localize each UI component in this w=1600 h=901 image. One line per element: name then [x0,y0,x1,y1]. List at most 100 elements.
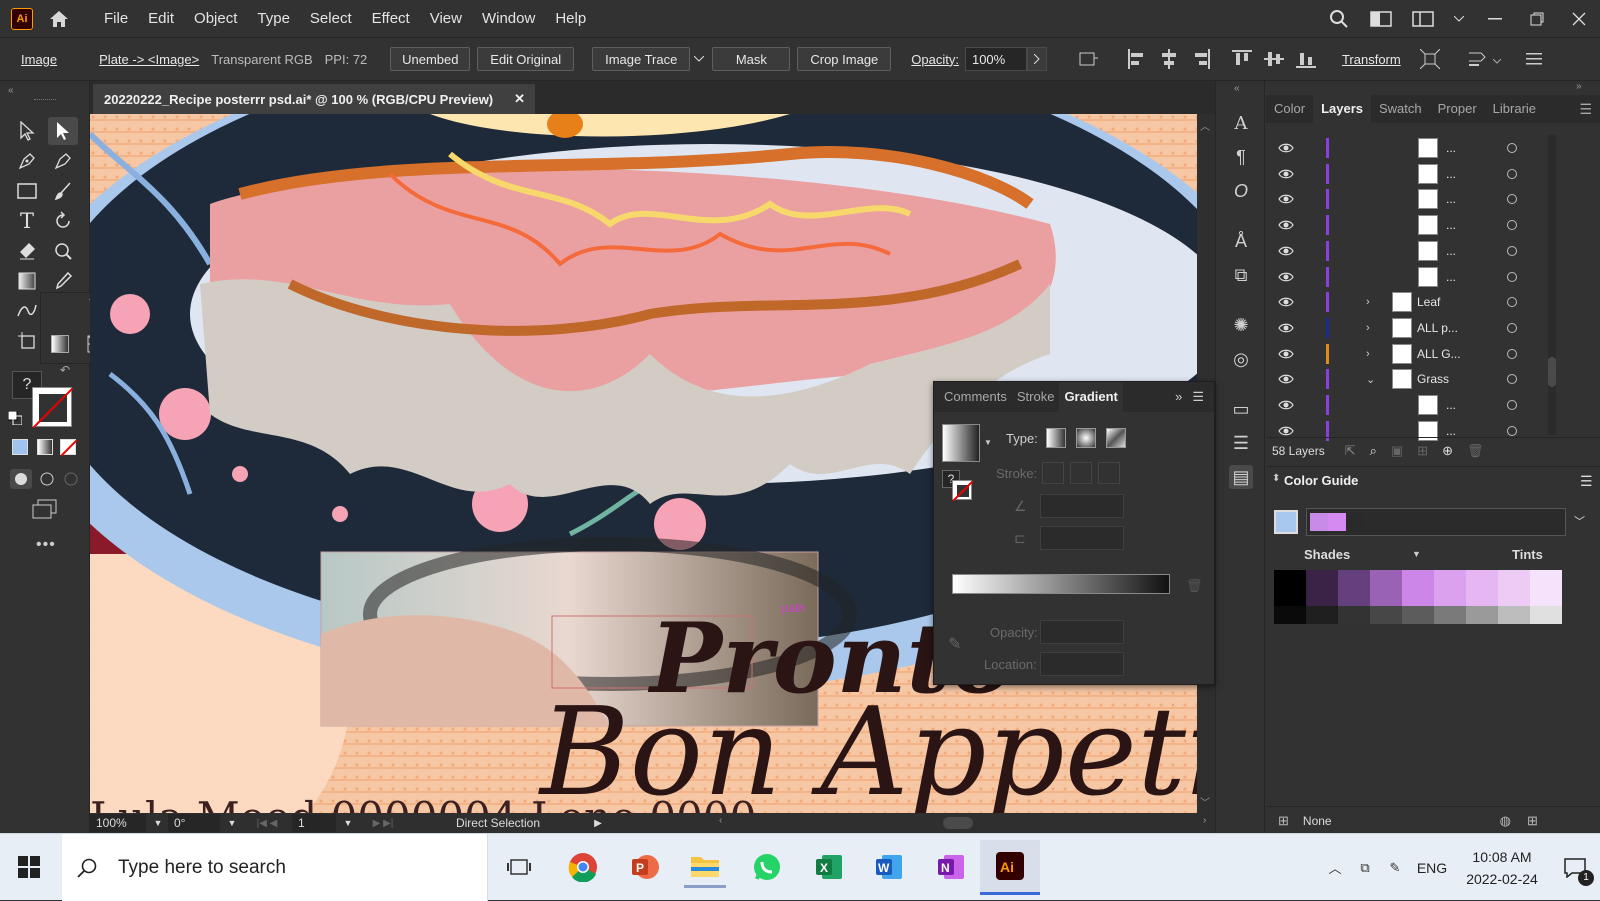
delete-layer-icon[interactable]: 🗑 [1467,443,1484,459]
delete-stop-icon[interactable]: 🗑 [1186,578,1203,594]
document-tab[interactable]: 20220222_Recipe posterrr psd.ai* @ 100 %… [93,84,535,114]
free-transform-tool-icon[interactable] [48,237,78,265]
target-ring-icon[interactable] [1507,348,1517,359]
color-variation-swatch[interactable] [1306,606,1338,624]
pen-tool-icon[interactable] [12,147,42,175]
file-explorer-icon[interactable] [684,846,726,888]
menu-select[interactable]: Select [301,0,361,37]
harmony-dropdown-icon[interactable]: ﹀ [1574,513,1585,529]
color-variation-swatch[interactable] [1498,606,1530,624]
draw-behind-icon[interactable] [36,469,58,489]
color-variation-swatch[interactable] [1466,588,1498,606]
layer-row[interactable]: ... [1266,238,1556,264]
show-hidden-icons-icon[interactable]: ︿ [1320,858,1350,877]
color-variation-swatch[interactable] [1402,606,1434,624]
character-panel-icon[interactable]: A [1229,111,1253,135]
color-variation-swatch[interactable] [1402,588,1434,606]
tab-gradient[interactable]: Gradient [1059,382,1123,412]
visibility-eye-icon[interactable] [1278,243,1294,259]
comments-panel-icon[interactable]: ▭ [1229,397,1253,421]
menu-type[interactable]: Type [248,0,299,37]
recolor-icon[interactable] [1077,48,1099,70]
gradient-preview-swatch[interactable] [942,424,980,462]
radial-gradient-icon[interactable] [1076,428,1096,448]
rotate-tool-icon[interactable] [48,207,78,235]
target-ring-icon[interactable] [1507,143,1517,153]
tab-libraries[interactable]: Librarie [1485,95,1544,123]
restore-icon[interactable] [1516,0,1558,37]
layer-row[interactable]: ... [1266,135,1556,161]
layer-row[interactable]: › ALL G... [1266,341,1556,367]
minimize-icon[interactable] [1474,0,1516,37]
type-tool-icon[interactable]: T [12,207,42,235]
color-variation-swatch[interactable] [1306,588,1338,606]
draw-inside-icon[interactable] [60,469,82,489]
menu-effect[interactable]: Effect [363,0,419,37]
artboard-tool-icon[interactable] [12,327,42,355]
gradient-expand-icon[interactable]: » [1170,382,1187,412]
stroke-none-swatch[interactable] [32,387,74,429]
close-tab-icon[interactable]: ✕ [514,91,525,107]
whatsapp-icon[interactable] [746,846,788,888]
make-clipping-mask-icon[interactable]: ▣ [1391,443,1403,459]
device-icon[interactable]: ⧉ [1350,860,1380,876]
color-variation-swatch[interactable] [1338,606,1370,624]
menu-view[interactable]: View [421,0,471,37]
rectangle-tool-icon[interactable] [12,177,42,205]
paragraph-panel-icon[interactable]: ¶ [1229,145,1253,169]
freeform-gradient-icon[interactable] [1106,428,1126,448]
target-ring-icon[interactable] [1507,245,1517,256]
chevron-right-icon[interactable]: › [1366,322,1370,334]
rotation-field[interactable]: 0° [168,814,220,832]
notification-icon[interactable]: 1 [1550,848,1600,888]
tab-layers[interactable]: Layers [1313,95,1371,123]
stroke-none-icon[interactable] [952,480,974,502]
align-top-icon[interactable] [1231,48,1253,70]
powerpoint-icon[interactable]: P [624,846,666,888]
unembed-button[interactable]: Unembed [390,47,471,71]
status-menu-icon[interactable]: ▶ [588,818,608,829]
target-ring-icon[interactable] [1507,400,1517,410]
color-variation-swatch[interactable] [1274,606,1306,624]
gradient-slider[interactable] [952,574,1170,594]
image-trace-dropdown-icon[interactable] [690,56,708,62]
layer-row[interactable]: ... [1266,186,1556,212]
gradient-eyedropper-icon[interactable]: ✎ [948,634,961,654]
target-ring-icon[interactable] [1507,168,1517,179]
visibility-eye-icon[interactable] [1278,320,1294,336]
eraser-tool-icon[interactable] [12,237,42,265]
collapse-toolbar-icon[interactable]: « [8,85,14,96]
target-ring-icon[interactable] [1507,271,1517,282]
shades-tints-dropdown-icon[interactable]: ▼ [1412,549,1421,559]
visibility-eye-icon[interactable] [1278,346,1294,362]
gradient-panel-menu-icon[interactable]: ☰ [1187,382,1214,412]
eyedropper-tool-icon[interactable] [48,267,78,295]
color-variation-swatch[interactable] [1370,588,1402,606]
menu-help[interactable]: Help [546,0,595,37]
visibility-eye-icon[interactable] [1278,397,1294,413]
selection-tool-icon[interactable] [12,117,42,145]
visibility-eye-icon[interactable] [1278,140,1294,156]
new-sublayer-icon[interactable]: ⊞ [1417,443,1428,459]
recolor-artwork-icon[interactable]: ◍ [1500,813,1511,829]
stroke-along-icon[interactable] [1070,462,1092,484]
color-variation-swatch[interactable] [1306,570,1338,588]
layer-row[interactable]: › Leaf [1266,289,1556,315]
layer-row[interactable]: ... [1266,392,1556,418]
color-variation-swatch[interactable] [1434,606,1466,624]
blend-tool-icon[interactable] [12,297,42,325]
target-ring-icon[interactable] [1507,322,1517,333]
color-mode-icon[interactable] [12,439,28,455]
none-mode-icon[interactable] [60,439,78,457]
chrome-icon[interactable] [562,846,604,888]
layer-row[interactable]: ... [1266,161,1556,187]
more-options-dropdown-icon[interactable] [1492,52,1505,67]
stop-opacity-field[interactable] [1040,620,1124,644]
scroll-down-icon[interactable]: ﹀ [1200,794,1210,809]
new-layer-icon[interactable]: ⊕ [1442,443,1453,459]
selection-type-link[interactable]: Image [21,52,57,67]
zoom-field[interactable]: 100% [90,814,146,832]
tab-properties[interactable]: Proper [1430,95,1485,123]
arrange-documents-icon[interactable] [1360,0,1402,37]
color-variation-swatch[interactable] [1338,588,1370,606]
